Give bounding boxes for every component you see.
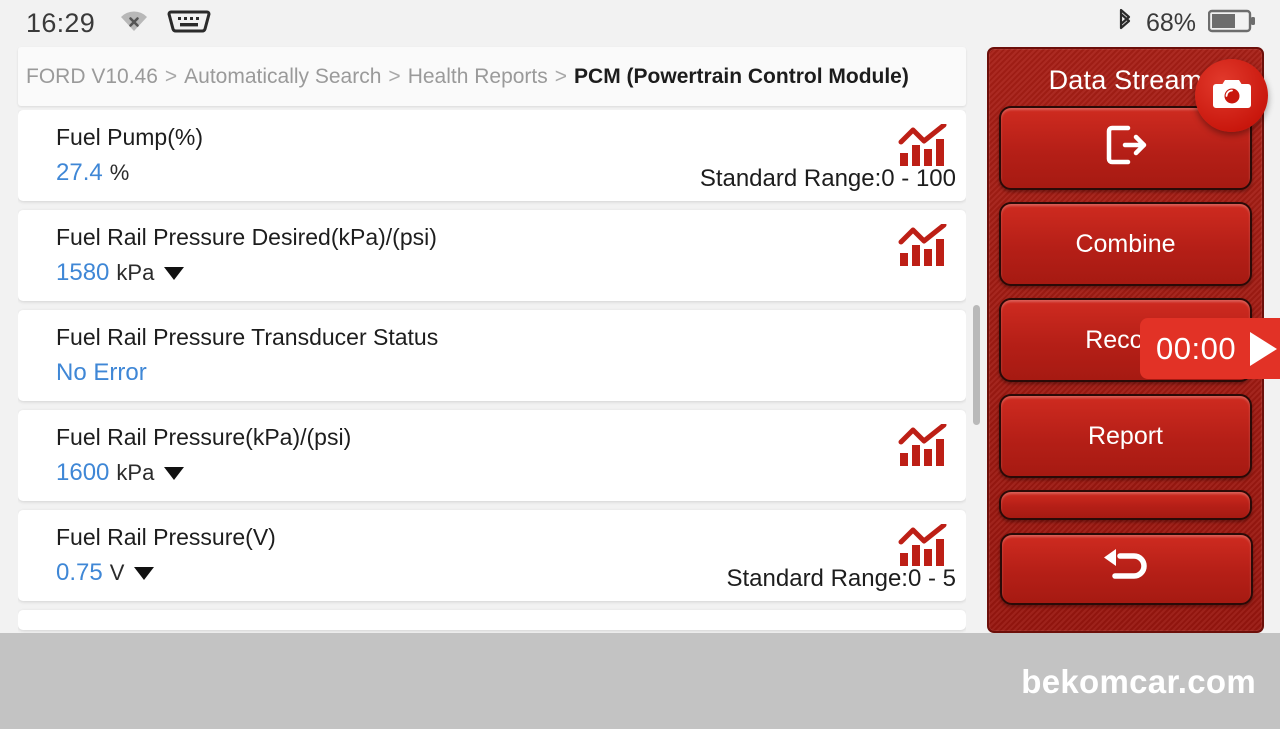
camera-button[interactable] bbox=[1195, 59, 1268, 132]
back-button[interactable] bbox=[1000, 533, 1253, 605]
parameter-value: 1580 bbox=[56, 259, 110, 286]
combine-button[interactable]: Combine bbox=[999, 202, 1252, 286]
breadcrumb-separator: > bbox=[388, 64, 401, 88]
back-arrow-icon bbox=[1098, 545, 1156, 594]
data-stream-row[interactable]: Fuel Rail Pressure Desired(kPa)/(psi) 15… bbox=[18, 210, 966, 301]
record-timer-overlay[interactable]: 00:00 bbox=[1140, 318, 1280, 379]
parameter-value: 27.4 bbox=[56, 159, 103, 186]
breadcrumb[interactable]: FORD V10.46 > Automatically Search > Hea… bbox=[18, 47, 966, 106]
parameter-name: Fuel Pump(%) bbox=[56, 124, 203, 150]
parameter-name: Fuel Rail Pressure(kPa)/(psi) bbox=[56, 424, 352, 450]
bluetooth-icon bbox=[1116, 7, 1134, 40]
breadcrumb-item-0[interactable]: FORD V10.46 bbox=[26, 65, 158, 89]
parameter-unit: % bbox=[109, 160, 130, 185]
status-bar: 16:29 68% bbox=[0, 0, 1280, 46]
breadcrumb-separator: > bbox=[164, 64, 178, 88]
list-scrollbar[interactable] bbox=[973, 305, 980, 425]
record-timer-value: 00:00 bbox=[1156, 330, 1237, 366]
exit-icon bbox=[1103, 124, 1149, 173]
battery-percent: 68% bbox=[1145, 8, 1196, 37]
chart-icon[interactable] bbox=[898, 422, 948, 468]
play-icon[interactable] bbox=[1250, 331, 1278, 366]
camera-icon bbox=[1212, 77, 1252, 115]
breadcrumb-item-1[interactable]: Automatically Search bbox=[184, 65, 381, 89]
chart-icon[interactable] bbox=[898, 222, 948, 268]
data-stream-row[interactable]: Fuel Rail Pressure(V) 0.75 V Standard Ra… bbox=[18, 510, 966, 601]
chart-icon[interactable] bbox=[898, 122, 948, 168]
status-right-icons: 68% bbox=[1116, 7, 1256, 40]
parameter-value-row: 1600 kPa bbox=[56, 459, 946, 487]
data-stream-row[interactable] bbox=[18, 610, 966, 630]
chevron-down-icon[interactable] bbox=[164, 466, 185, 480]
battery-icon bbox=[1207, 8, 1256, 39]
parameter-value: 0.75 bbox=[56, 559, 103, 586]
data-stream-row[interactable]: Fuel Pump(%) 27.4 % Standard Range:0 - 1… bbox=[18, 110, 966, 201]
status-clock: 16:29 bbox=[26, 7, 96, 38]
parameter-value: No Error bbox=[56, 359, 147, 386]
app-root: 16:29 68% FORD V10.46 > Automatically Se… bbox=[0, 0, 1280, 729]
obd-connector-icon bbox=[167, 8, 211, 39]
parameter-unit: kPa bbox=[116, 260, 155, 285]
combine-button-label: Combine bbox=[1075, 229, 1176, 258]
breadcrumb-item-2[interactable]: Health Reports bbox=[408, 65, 548, 89]
watermark: bekomcar.com bbox=[1021, 663, 1256, 700]
bottom-bar: bekomcar.com bbox=[0, 633, 1280, 729]
parameter-name: Fuel Rail Pressure Transducer Status bbox=[56, 324, 439, 350]
parameter-value-row: 1580 kPa bbox=[56, 259, 946, 287]
data-stream-row[interactable]: Fuel Rail Pressure(kPa)/(psi) 1600 kPa bbox=[18, 410, 966, 501]
standard-range: Standard Range:0 - 5 bbox=[726, 565, 957, 592]
chevron-down-icon[interactable] bbox=[134, 566, 155, 580]
parameter-unit: V bbox=[109, 560, 125, 585]
data-stream-list[interactable]: Fuel Pump(%) 27.4 % Standard Range:0 - 1… bbox=[18, 110, 966, 633]
parameter-name: Fuel Rail Pressure(V) bbox=[56, 524, 276, 550]
data-stream-row[interactable]: Fuel Rail Pressure Transducer Status No … bbox=[18, 310, 966, 401]
parameter-value-row: No Error bbox=[56, 359, 946, 387]
parameter-name: Fuel Rail Pressure Desired(kPa)/(psi) bbox=[56, 224, 437, 250]
chevron-down-icon[interactable] bbox=[164, 266, 185, 280]
hidden-panel-button[interactable] bbox=[999, 490, 1252, 520]
parameter-unit: kPa bbox=[116, 460, 155, 485]
report-button-label: Report bbox=[1087, 421, 1164, 450]
status-left-icons bbox=[119, 8, 211, 39]
chart-icon[interactable] bbox=[898, 522, 948, 568]
breadcrumb-item-current: PCM (Powertrain Control Module) bbox=[574, 64, 909, 88]
wifi-off-icon bbox=[119, 9, 149, 38]
standard-range: Standard Range:0 - 100 bbox=[699, 165, 956, 192]
breadcrumb-separator: > bbox=[554, 64, 568, 88]
report-button[interactable]: Report bbox=[999, 394, 1252, 478]
parameter-value: 1600 bbox=[56, 459, 110, 486]
panel-button-stack: Combine Record Report bbox=[989, 106, 1262, 520]
